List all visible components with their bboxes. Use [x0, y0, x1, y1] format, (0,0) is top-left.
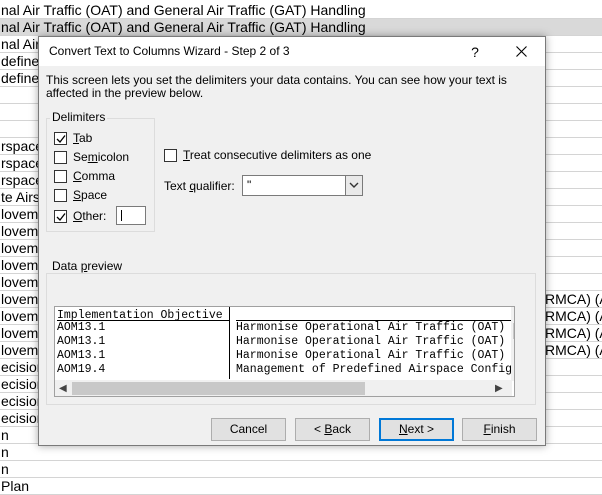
text-qualifier-select[interactable]: "	[242, 175, 363, 196]
back-button[interactable]: < Back	[295, 418, 370, 441]
preview-cell: Harmonise Operational Air Traffic (OAT)	[236, 321, 506, 334]
data-preview-title: Data preview	[50, 259, 125, 273]
horizontal-scroll-thumb[interactable]	[72, 382, 365, 395]
preview-cell: Harmonise Operational Air Traffic (OAT)	[236, 349, 506, 362]
dialog-titlebar[interactable]: Convert Text to Columns Wizard - Step 2 …	[39, 37, 545, 66]
consecutive-checkbox[interactable]	[164, 149, 177, 162]
space-label: Space	[73, 188, 108, 202]
sheet-cell[interactable]: nal Air	[1, 36, 40, 52]
dialog-description: This screen lets you set the delimiters …	[46, 73, 507, 100]
convert-text-to-columns-dialog: Convert Text to Columns Wizard - Step 2 …	[38, 36, 546, 446]
vertical-scroll-thumb[interactable]	[513, 323, 514, 339]
chevron-down-icon	[349, 182, 359, 188]
sheet-cell[interactable]: n	[1, 427, 9, 443]
preview-column-2[interactable]: Harmonise Operational Air Traffic (OAT) H…	[231, 307, 513, 379]
sheet-row[interactable]: nal Air Traffic (OAT) and General Air Tr…	[0, 2, 602, 19]
tab-label: Tab	[73, 131, 93, 145]
dialog-title: Convert Text to Columns Wizard - Step 2 …	[49, 44, 290, 58]
close-icon	[516, 46, 527, 57]
data-preview-pane[interactable]: Implementation Objective AOM13.1 AOM13.1 AO…	[54, 306, 515, 397]
consecutive-label: Treat consecutive delimiters as one	[183, 148, 372, 162]
sheet-cell[interactable]: n	[1, 461, 9, 477]
finish-button[interactable]: Finish	[462, 418, 537, 441]
cancel-button[interactable]: Cancel	[211, 418, 286, 441]
semicolon-checkbox[interactable]	[54, 151, 67, 164]
preview-cell: AOM13.1	[57, 335, 106, 348]
sheet-cell[interactable]: RMCA) (A	[545, 308, 602, 324]
checkmark-icon	[56, 213, 66, 221]
preview-cell: Management of Predefined Airspace Config	[236, 363, 513, 376]
sheet-cell[interactable]: nal Air Traffic (OAT) and General Air Tr…	[1, 19, 366, 35]
tab-checkbox[interactable]	[54, 132, 67, 145]
sheet-cell[interactable]: RMCA) (A	[545, 291, 602, 307]
sheet-cell[interactable]: rspace	[1, 138, 43, 154]
preview-columns: Implementation Objective AOM13.1 AOM13.1 AO…	[55, 307, 513, 379]
preview-cell: AOM13.1	[57, 349, 106, 362]
sheet-cell[interactable]: RMCA) (A	[545, 325, 602, 341]
preview-vertical-scrollbar[interactable]: ▲ ▼	[511, 307, 514, 381]
preview-column-1[interactable]: Implementation Objective AOM13.1 AOM13.1 AO…	[55, 307, 230, 379]
sheet-row[interactable]: nal Air Traffic (OAT) and General Air Tr…	[0, 19, 602, 36]
sheet-cell[interactable]: n	[1, 444, 9, 460]
semicolon-label: Semicolon	[73, 150, 130, 164]
help-button[interactable]: ?	[464, 41, 486, 63]
sheet-row[interactable]: Plan	[0, 478, 602, 495]
preview-header-cell: Implementation Objective	[57, 307, 229, 322]
dropdown-button[interactable]	[345, 176, 362, 195]
comma-label: Comma	[73, 169, 116, 183]
preview-cell: AOM19.4	[57, 363, 106, 376]
scroll-right-icon[interactable]: ▶	[495, 384, 503, 394]
sheet-cell[interactable]: rspace	[1, 155, 43, 171]
delimiters-group-title: Delimiters	[50, 110, 108, 124]
preview-cell: AOM13.1	[57, 321, 106, 334]
sheet-cell[interactable]: Plan	[1, 478, 29, 494]
other-checkbox[interactable]	[54, 210, 67, 223]
sheet-cell[interactable]: nal Air Traffic (OAT) and General Air Tr…	[1, 2, 366, 18]
preview-header-cell	[236, 307, 513, 321]
checkmark-icon	[56, 135, 66, 143]
text-qualifier-label: Text qualifier:	[164, 179, 235, 193]
close-button[interactable]	[508, 40, 536, 64]
text-qualifier-value: "	[247, 178, 252, 192]
sheet-cell[interactable]: RMCA) (A	[545, 342, 602, 358]
sheet-cell[interactable]: rspace	[1, 172, 43, 188]
scroll-left-icon[interactable]: ◀	[59, 384, 67, 394]
sheet-cell[interactable]: te Airs	[1, 189, 40, 205]
text-cursor	[121, 210, 122, 222]
next-button[interactable]: Next >	[379, 418, 454, 441]
preview-cell: Harmonise Operational Air Traffic (OAT)	[236, 335, 506, 348]
other-delimiter-input[interactable]	[116, 206, 146, 225]
preview-horizontal-scrollbar[interactable]: ◀ ▶	[55, 380, 512, 396]
comma-checkbox[interactable]	[54, 170, 67, 183]
space-checkbox[interactable]	[54, 189, 67, 202]
other-label: Other:	[73, 209, 107, 223]
sheet-row[interactable]: n	[0, 461, 602, 478]
sheet-row[interactable]: n	[0, 444, 602, 461]
